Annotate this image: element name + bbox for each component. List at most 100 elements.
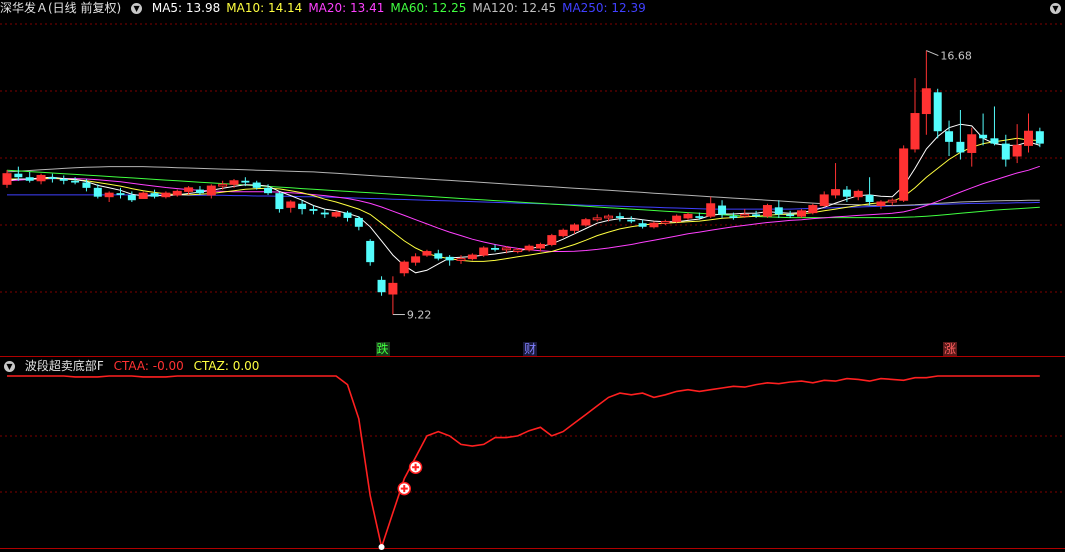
candle-up-fill: [388, 283, 397, 294]
candle-up-fill: [684, 214, 692, 218]
candle-down: [275, 193, 284, 210]
ma5-line: [6, 123, 1040, 274]
candle-up-fill: [37, 175, 46, 181]
candle-up-fill: [161, 193, 170, 197]
candle-down: [241, 180, 250, 183]
chart-corner-icon[interactable]: ▼: [1050, 3, 1061, 14]
candle-up-fill: [570, 225, 579, 231]
candle-up-fill: [422, 251, 431, 256]
candle-down: [718, 205, 727, 215]
candle-down: [127, 194, 136, 201]
candle-up-fill: [173, 191, 182, 195]
candle-down: [264, 187, 273, 194]
candle-up-fill: [1013, 145, 1022, 156]
candle-up-fill: [105, 193, 114, 197]
candle-down: [343, 212, 352, 218]
candle-up-fill: [797, 210, 806, 217]
candle-up-fill: [831, 189, 840, 195]
candle-up-fill: [400, 262, 409, 273]
indicator-options-icon[interactable]: ▼: [4, 361, 15, 372]
candle-down: [195, 189, 204, 194]
candle-down: [320, 212, 329, 215]
candle-down: [59, 179, 68, 181]
candle-up: [740, 213, 750, 217]
candle-up-fill: [230, 180, 238, 185]
event-tag[interactable]: 跌: [375, 342, 390, 356]
candle-up-fill: [139, 193, 148, 199]
candle-down: [695, 216, 704, 218]
candle-up-fill: [547, 235, 556, 245]
candle-up: [513, 249, 523, 253]
candle-up-fill: [1024, 131, 1033, 146]
candle-down: [1035, 131, 1044, 144]
candle-down: [150, 193, 159, 197]
candle-up-fill: [411, 256, 420, 263]
candle-up: [887, 199, 897, 203]
candle-up-fill: [876, 202, 885, 206]
ma20-line: [6, 165, 1040, 252]
candle-up-fill: [706, 203, 715, 217]
indicator-header: ▼ 波段超卖底部F CTAA: -0.00 CTAZ: 0.00: [0, 358, 265, 375]
high-price-label: 16.68: [940, 50, 972, 63]
candle-down: [786, 214, 795, 217]
main-chart-header: 深华发Ａ(日线 前复权) ▼ MA5: 13.98 MA10: 14.14 MA20…: [0, 0, 658, 17]
candle-up: [501, 247, 511, 251]
candle-down: [865, 194, 874, 202]
candle-up-fill: [967, 134, 976, 153]
candle-up: [604, 215, 614, 219]
candle-down: [774, 207, 783, 215]
kline-chart: 16.68 9.22: [0, 23, 1065, 551]
candle-up-fill: [899, 148, 908, 201]
candle-down: [377, 279, 386, 293]
ma-legend: MA5: 13.98 MA10: 14.14 MA20: 13.41 MA60: 12…: [152, 1, 652, 15]
candle-down: [627, 219, 636, 222]
ma-legend-item: MA250: 12.39: [562, 1, 646, 15]
event-tag[interactable]: 涨: [943, 342, 958, 356]
candle-down: [990, 138, 999, 144]
chart-options-icon[interactable]: ▼: [131, 3, 143, 14]
candle-up-fill: [559, 230, 568, 236]
candle-up: [660, 220, 670, 224]
candle-up-fill: [286, 202, 295, 208]
indicator-line: [7, 375, 1040, 551]
ma-legend-item: MA120: 12.45: [472, 1, 557, 15]
candle-down: [354, 217, 363, 227]
candle-down: [116, 193, 125, 195]
candle-up-fill: [763, 205, 772, 217]
candle-down: [945, 131, 954, 142]
indicator-ctaz: CTAZ: 0.00: [193, 359, 260, 373]
candle-up-fill: [808, 205, 817, 213]
candle-up-fill: [207, 186, 216, 195]
candle-up-fill: [649, 223, 658, 227]
candle-up-fill: [820, 194, 829, 206]
ma-legend-item: MA20: 13.41: [308, 1, 385, 15]
candle-up-fill: [672, 216, 681, 222]
candle-up-fill: [922, 88, 931, 114]
candle-up-fill: [536, 244, 545, 248]
candle-down: [729, 216, 738, 218]
ma-legend-item: MA5: 13.98: [151, 1, 221, 15]
candle-down: [71, 180, 80, 183]
candle-down: [434, 253, 443, 259]
high-price-label-pointer: [926, 50, 939, 57]
candle-down: [298, 203, 307, 210]
candle-up-fill: [184, 187, 193, 192]
indicator-title[interactable]: 波段超卖底部F: [25, 359, 104, 373]
candle-down: [956, 141, 965, 153]
candle-up: [592, 217, 602, 221]
candle-up-fill: [581, 219, 590, 225]
candle-down: [93, 187, 102, 197]
candle-down: [252, 182, 261, 188]
candle-up: [218, 183, 228, 187]
candle-up-fill: [854, 191, 863, 197]
candle-down: [366, 240, 375, 263]
candle-up: [456, 258, 466, 261]
candle-up-fill: [3, 173, 11, 185]
candle-down: [491, 248, 500, 250]
candle-down: [445, 256, 454, 261]
stock-title[interactable]: 深华发Ａ(日线 前复权): [0, 1, 121, 15]
candle-down: [309, 209, 318, 211]
low-price-label: 9.22: [407, 309, 432, 322]
candle-down: [14, 173, 23, 178]
event-tag[interactable]: 财: [523, 342, 538, 356]
